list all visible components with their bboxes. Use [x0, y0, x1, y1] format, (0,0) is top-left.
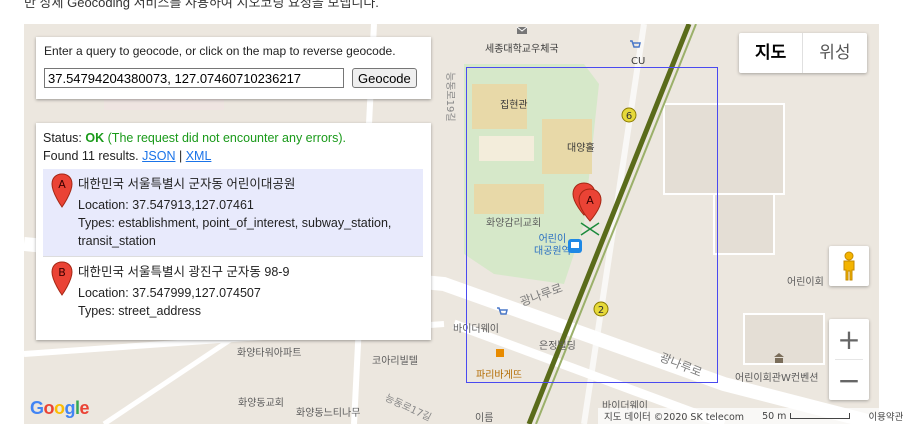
map-attribution: 지도 데이터 ©2020 SK telecom 50 m 이용약관	[598, 408, 903, 424]
zoom-in-button[interactable]: +	[829, 319, 869, 359]
query-input[interactable]	[44, 68, 344, 88]
map-marker-a-icon[interactable]: A	[571, 181, 607, 237]
screen: 반 상세 Geocoding 서비스를 사용하여 지오코딩 요청을 보냅니다.	[0, 0, 903, 437]
map-label-children-hall: 어린이회	[787, 277, 824, 288]
status-value: OK	[85, 131, 105, 145]
result-item-a[interactable]: A 대한민국 서울특별시 군자동 어린이대공원 Location: 37.547…	[43, 169, 423, 256]
map-label-children-conv: 어린이회관W컨벤션	[735, 373, 819, 384]
map-label-hwayang-tower: 화양타워아파트	[237, 348, 302, 359]
svg-text:B: B	[58, 266, 66, 279]
map-type-control: 지도 위성	[739, 33, 867, 73]
google-logo: Google	[30, 398, 90, 418]
map-label-road-19: 능동로19길	[444, 72, 455, 122]
map-label-cu: CU	[631, 56, 646, 67]
terms-link[interactable]: 이용약관	[868, 409, 903, 423]
status-line: Status: OK (The request did not encounte…	[43, 131, 423, 145]
svg-text:A: A	[586, 194, 594, 207]
found-line: Found 11 results. JSON | XML	[43, 149, 423, 163]
cu-store-icon	[630, 40, 641, 48]
map-label-hwayang-church: 화양동교회	[238, 398, 284, 409]
xml-link[interactable]: XML	[186, 149, 212, 163]
marker-b-icon: B	[51, 261, 73, 296]
map-label-korea-building: 코아리빌텔	[372, 356, 418, 367]
found-count: Found 11 results.	[43, 149, 139, 163]
geocode-button[interactable]: Geocode	[352, 68, 417, 88]
geocode-query-panel: Enter a query to geocode, or click on th…	[36, 37, 431, 99]
status-label: Status:	[43, 131, 82, 145]
map-label-post-office: 세종대학교우체국	[485, 44, 559, 55]
result-item-b[interactable]: B 대한민국 서울특별시 광진구 군자동 98-9 Location: 37.5…	[43, 256, 423, 326]
street-view-pegman[interactable]	[829, 246, 869, 286]
scale-indicator[interactable]: 50 m	[762, 411, 851, 422]
map-type-map-button[interactable]: 지도	[739, 33, 804, 73]
result-types: Types: establishment, point_of_interest,…	[78, 216, 392, 248]
result-address: 대한민국 서울특별시 광진구 군자동 98-9	[78, 265, 290, 279]
marker-a-icon: A	[51, 173, 73, 208]
zoom-out-button[interactable]: −	[829, 360, 869, 400]
page-intro-text: 반 상세 Geocoding 서비스를 사용하여 지오코딩 요청을 보냅니다.	[0, 0, 903, 24]
map-data-credit: 지도 데이터 ©2020 SK telecom	[604, 412, 745, 423]
status-description: (The request did not encounter any error…	[107, 131, 346, 145]
result-address: 대한민국 서울특별시 군자동 어린이대공원	[78, 177, 296, 191]
map-label-name-e: 이름	[475, 413, 494, 424]
link-separator: |	[178, 149, 183, 163]
map-type-satellite-button[interactable]: 위성	[803, 33, 866, 73]
map-label-nightstar: 화양동느티나무	[296, 408, 361, 419]
zoom-control: + −	[829, 319, 869, 400]
svg-text:A: A	[58, 178, 66, 191]
result-location: Location: 37.547913,127.07461	[78, 198, 254, 212]
result-types: Types: street_address	[78, 304, 201, 318]
json-link[interactable]: JSON	[142, 149, 175, 163]
query-instruction: Enter a query to geocode, or click on th…	[44, 44, 396, 58]
landmark-icon	[774, 353, 784, 363]
result-location: Location: 37.547999,127.074507	[78, 286, 261, 300]
pegman-icon	[843, 251, 855, 281]
post-office-icon	[516, 26, 528, 34]
results-panel: Status: OK (The request did not encounte…	[36, 123, 431, 340]
